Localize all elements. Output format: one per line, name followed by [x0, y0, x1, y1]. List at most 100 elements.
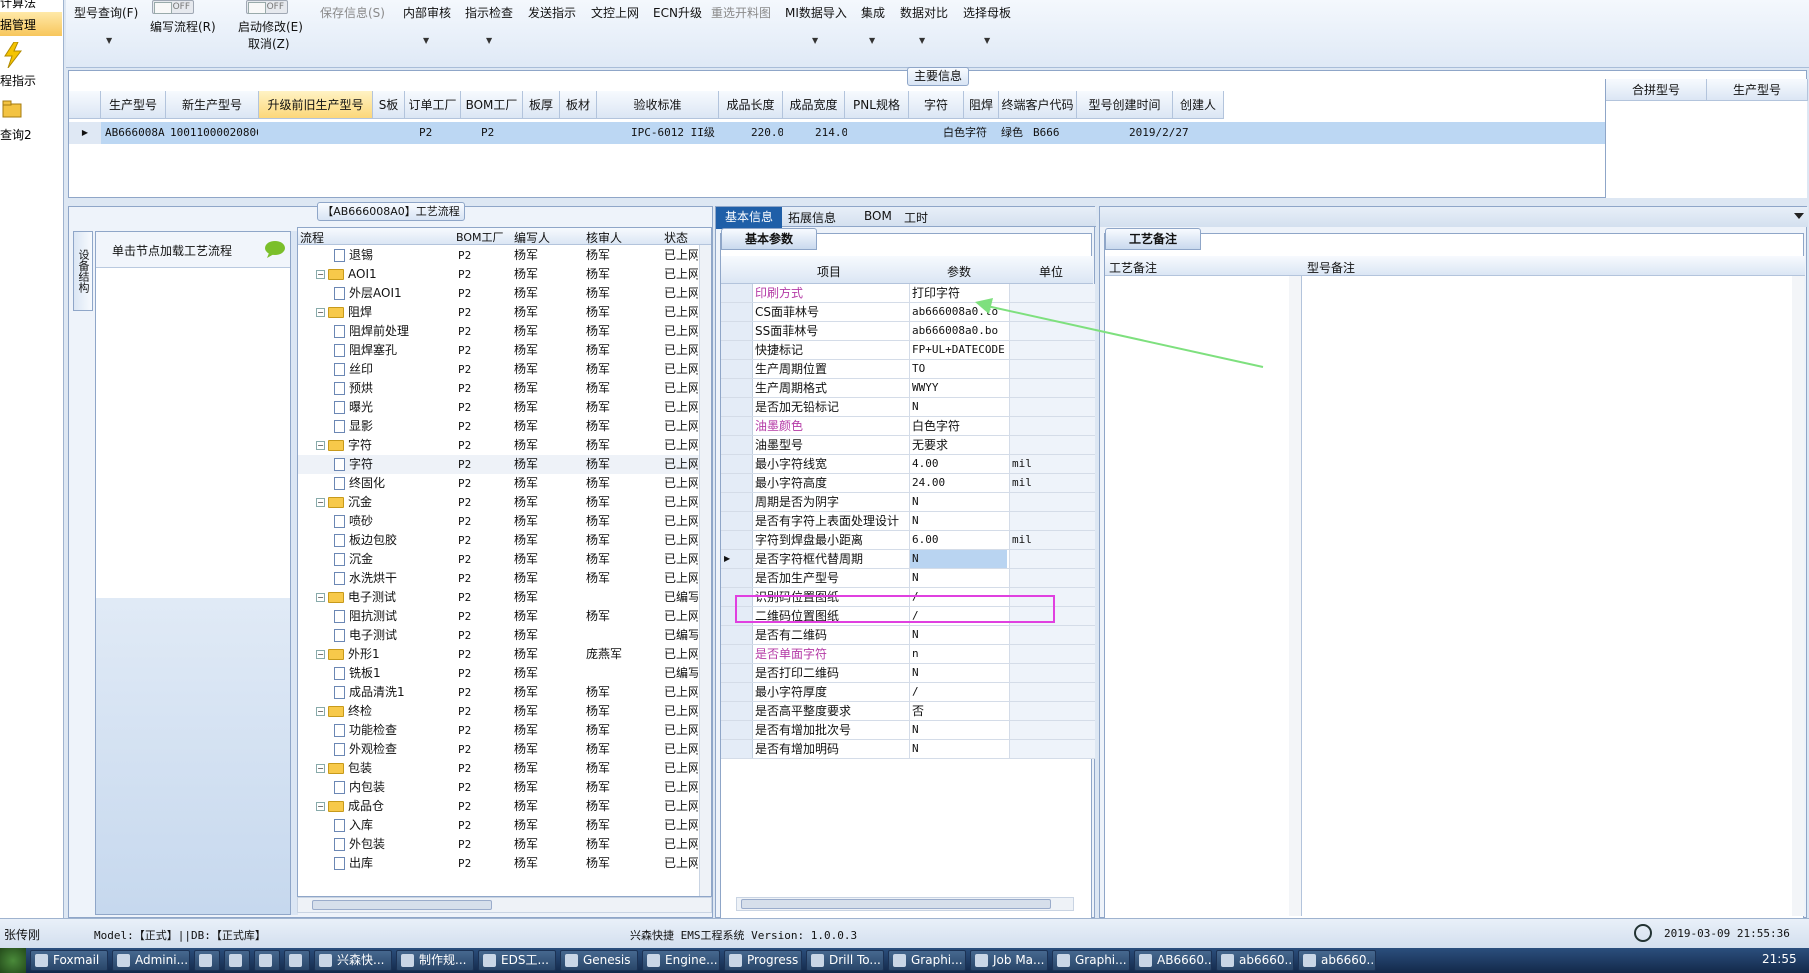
- col-header[interactable]: 字符: [909, 91, 964, 119]
- param-value[interactable]: N: [909, 721, 1007, 739]
- param-value[interactable]: 白色字符: [909, 417, 1007, 435]
- collapse-icon[interactable]: −: [316, 593, 325, 602]
- start-button[interactable]: [0, 948, 26, 973]
- tree-row[interactable]: − 包装 P2 杨军 杨军 已上网: [298, 759, 699, 778]
- toolbar-doc-online[interactable]: 文控上网: [591, 4, 639, 21]
- row-selector[interactable]: [721, 455, 753, 473]
- param-row[interactable]: 字符到焊盘最小距离 6.00 mil: [721, 531, 1095, 550]
- col-header-model-notes[interactable]: 型号备注: [1307, 259, 1355, 276]
- vertical-scrollbar[interactable]: [699, 245, 711, 896]
- taskbar-button[interactable]: EDS工...: [478, 950, 556, 971]
- col-header[interactable]: BOM工厂: [461, 91, 523, 119]
- taskbar-button[interactable]: 制作规...: [396, 950, 474, 971]
- tree-row[interactable]: 阻焊前处理 P2 杨军 杨军 已上网: [298, 322, 699, 341]
- param-value[interactable]: 4.00: [909, 455, 1007, 473]
- horizontal-scrollbar[interactable]: [736, 897, 1074, 911]
- col-header[interactable]: 订单工厂: [405, 91, 461, 119]
- param-row[interactable]: 最小字符线宽 4.00 mil: [721, 455, 1095, 474]
- tree-row[interactable]: 外包装 P2 杨军 杨军 已上网: [298, 835, 699, 854]
- col-header[interactable]: 板厚: [523, 91, 560, 119]
- tree-row[interactable]: 阻焊塞孔 P2 杨军 杨军 已上网: [298, 341, 699, 360]
- tree-row[interactable]: 外观检查 P2 杨军 杨军 已上网: [298, 740, 699, 759]
- col-header[interactable]: 参数: [947, 263, 971, 280]
- taskbar-button[interactable]: Graphi...: [1052, 950, 1130, 971]
- taskbar-button[interactable]: [194, 950, 220, 971]
- taskbar-button[interactable]: Progress: [724, 950, 802, 971]
- param-value[interactable]: N: [909, 626, 1007, 644]
- tree-row[interactable]: 显影 P2 杨军 杨军 已上网: [298, 417, 699, 436]
- taskbar-button[interactable]: AB6660...: [1134, 950, 1212, 971]
- folder-open-icon[interactable]: [2, 98, 24, 120]
- col-header[interactable]: 型号创建时间: [1077, 91, 1173, 119]
- row-selector[interactable]: ▶: [721, 550, 753, 568]
- nav-item-active[interactable]: 据管理: [0, 12, 62, 36]
- dropdown-arrow-icon[interactable]: [1794, 213, 1804, 221]
- row-selector[interactable]: [721, 645, 753, 663]
- toolbar-internal-audit[interactable]: 内部审核: [403, 4, 451, 21]
- collapse-icon[interactable]: −: [316, 764, 325, 773]
- param-value[interactable]: 否: [909, 702, 1007, 720]
- param-row[interactable]: 是否高平整度要求 否: [721, 702, 1095, 721]
- param-value[interactable]: N: [909, 664, 1007, 682]
- col-header[interactable]: 合拼型号: [1606, 79, 1707, 101]
- tree-row[interactable]: 喷砂 P2 杨军 杨军 已上网: [298, 512, 699, 531]
- col-header[interactable]: 终端客户代码: [999, 91, 1077, 119]
- chevron-down-icon[interactable]: ▼: [812, 36, 818, 45]
- row-selector[interactable]: [721, 512, 753, 530]
- row-selector[interactable]: [721, 284, 753, 302]
- col-header[interactable]: 生产型号: [101, 91, 166, 119]
- nav-item-3[interactable]: 查询2: [0, 126, 32, 143]
- toolbar-integration[interactable]: 集成: [861, 4, 885, 21]
- param-row[interactable]: 生产周期格式 WWYY: [721, 379, 1095, 398]
- taskbar-button[interactable]: ab6660...: [1298, 950, 1376, 971]
- taskbar-button[interactable]: 兴森快...: [314, 950, 392, 971]
- param-value[interactable]: 6.00: [909, 531, 1007, 549]
- scroll-thumb[interactable]: [312, 900, 492, 910]
- tab-process-notes[interactable]: 工艺备注: [1105, 228, 1201, 250]
- taskbar-button[interactable]: [224, 950, 250, 971]
- col-header[interactable]: 单位: [1039, 263, 1063, 280]
- col-header[interactable]: 升级前旧生产型号: [259, 91, 373, 119]
- toggle-switch-write[interactable]: OFF: [152, 0, 194, 14]
- collapse-icon[interactable]: −: [316, 308, 325, 317]
- row-selector[interactable]: [721, 398, 753, 416]
- toolbar-select-motherboard[interactable]: 选择母板: [963, 4, 1011, 21]
- col-header[interactable]: BOM工厂: [456, 229, 504, 245]
- toolbar-mi-import[interactable]: MI数据导入: [785, 4, 847, 21]
- toolbar-reselect-cutting[interactable]: 重选开料图: [711, 4, 771, 21]
- tree-row[interactable]: 功能检查 P2 杨军 杨军 已上网: [298, 721, 699, 740]
- tree-row[interactable]: 出库 P2 杨军 杨军 已上网: [298, 854, 699, 873]
- tree-row[interactable]: 入库 P2 杨军 杨军 已上网: [298, 816, 699, 835]
- tree-row[interactable]: 板边包胶 P2 杨军 杨军 已上网: [298, 531, 699, 550]
- scroll-thumb[interactable]: [741, 899, 1051, 909]
- toolbar-send-instruction[interactable]: 发送指示: [528, 4, 576, 21]
- col-header[interactable]: 项目: [817, 263, 841, 280]
- row-selector[interactable]: [721, 360, 753, 378]
- tree-row[interactable]: − 沉金 P2 杨军 杨军 已上网: [298, 493, 699, 512]
- col-header[interactable]: 状态: [664, 229, 688, 246]
- col-header-process-notes[interactable]: 工艺备注: [1109, 259, 1157, 276]
- collapse-icon[interactable]: −: [316, 802, 325, 811]
- tree-row[interactable]: 水洗烘干 P2 杨军 杨军 已上网: [298, 569, 699, 588]
- param-row[interactable]: 油墨型号 无要求: [721, 436, 1095, 455]
- col-header[interactable]: 核审人: [586, 229, 622, 246]
- param-row[interactable]: 周期是否为阴字 N: [721, 493, 1095, 512]
- taskbar-button[interactable]: Job Ma...: [970, 950, 1048, 971]
- row-selector[interactable]: [721, 341, 753, 359]
- param-row[interactable]: 是否有增加批次号 N: [721, 721, 1095, 740]
- toolbar-data-compare[interactable]: 数据对比: [900, 4, 948, 21]
- param-row[interactable]: 是否打印二维码 N: [721, 664, 1095, 683]
- col-header[interactable]: 成品宽度: [783, 91, 845, 119]
- tree-row[interactable]: 退锡 P2 杨军 杨军 已上网: [298, 246, 699, 265]
- tab-bom[interactable]: BOM: [864, 209, 892, 223]
- row-selector[interactable]: [721, 417, 753, 435]
- tree-row[interactable]: 曝光 P2 杨军 杨军 已上网: [298, 398, 699, 417]
- row-selector[interactable]: [721, 702, 753, 720]
- tree-row[interactable]: 字符 P2 杨军 杨军 已上网: [298, 455, 699, 474]
- toolbar-model-query[interactable]: 型号查询(F): [74, 4, 138, 21]
- row-selector[interactable]: [721, 379, 753, 397]
- row-selector[interactable]: [721, 664, 753, 682]
- param-row[interactable]: 是否有二维码 N: [721, 626, 1095, 645]
- param-value[interactable]: WWYY: [909, 379, 1007, 397]
- vertical-scrollbar[interactable]: [1289, 276, 1301, 916]
